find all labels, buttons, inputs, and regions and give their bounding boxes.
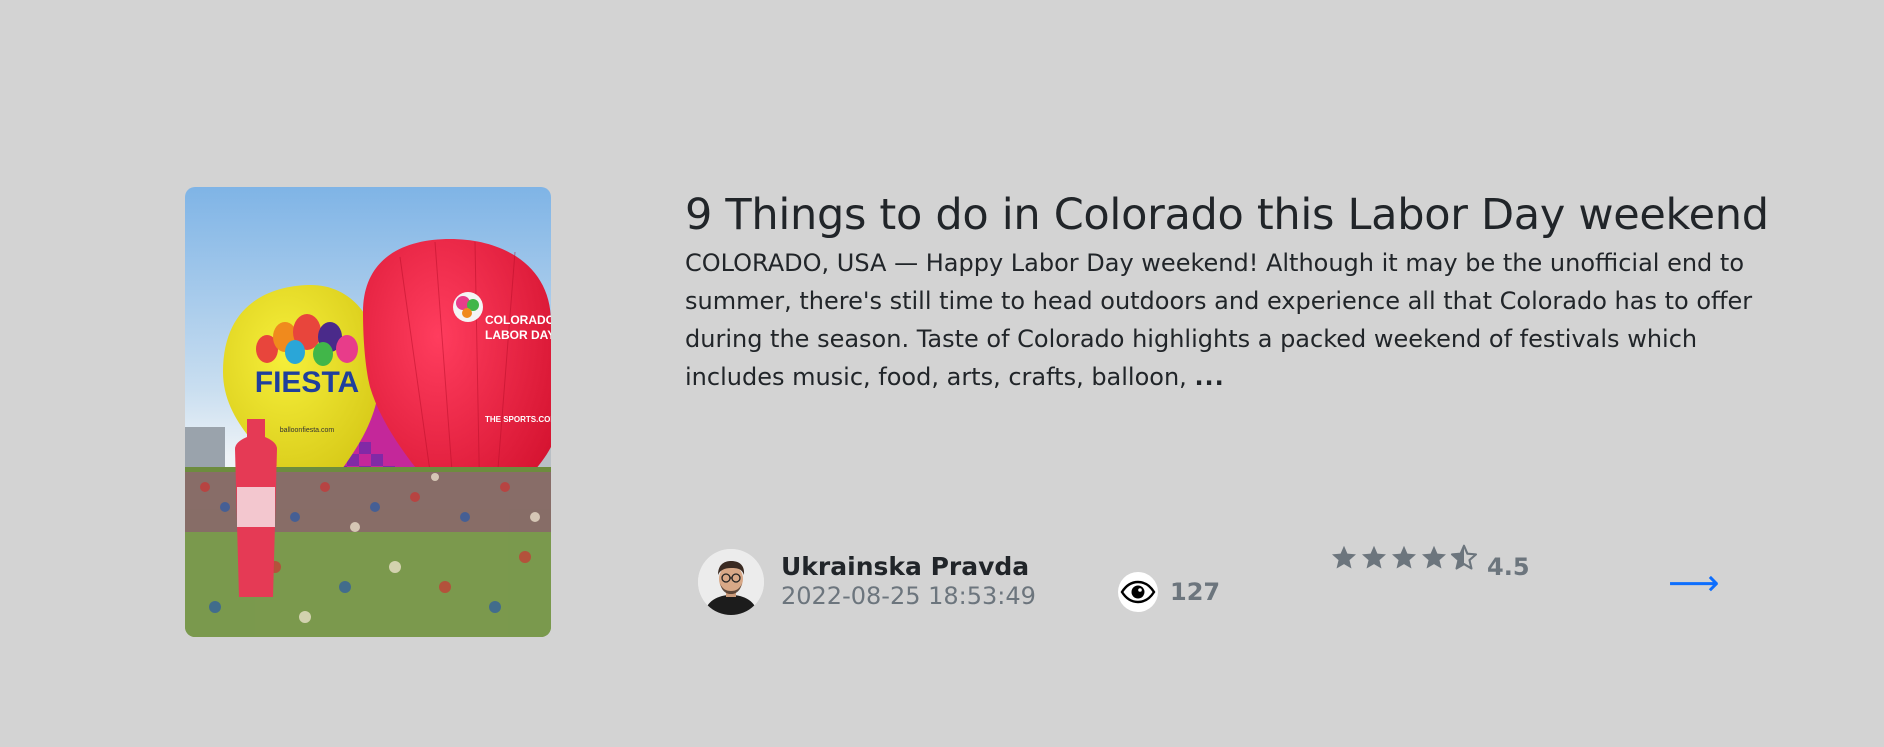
- eye-icon: [1118, 572, 1158, 612]
- svg-text:FIESTA: FIESTA: [255, 366, 359, 399]
- svg-text:COLORADO S: COLORADO S: [485, 313, 551, 327]
- svg-text:LABOR DAY: LABOR DAY: [485, 328, 551, 342]
- publish-date: 2022-08-25 18:53:49: [781, 582, 1036, 610]
- star-full-icon: [1331, 545, 1357, 569]
- author-avatar[interactable]: [698, 549, 764, 615]
- rating-value: 4.5: [1487, 553, 1530, 581]
- avatar-icon: [698, 549, 764, 615]
- article-title[interactable]: 9 Things to do in Colorado this Labor Da…: [685, 188, 1785, 242]
- author-name[interactable]: Ukrainska Pravda: [781, 552, 1029, 581]
- svg-text:THE SPORTS.COM: THE SPORTS.COM: [485, 415, 551, 424]
- views-count: 127: [1170, 578, 1221, 606]
- article-excerpt: COLORADO, USA — Happy Labor Day weekend!…: [685, 244, 1775, 396]
- arrow-right-icon[interactable]: ⟶: [1668, 566, 1720, 602]
- star-full-icon: [1361, 545, 1387, 569]
- star-full-icon: [1421, 545, 1447, 569]
- balloon-photo: FIESTA balloonfiesta.com COLORADO S LABO…: [185, 187, 551, 637]
- rating-stars: [1330, 544, 1478, 572]
- svg-text:balloonfiesta.com: balloonfiesta.com: [280, 427, 335, 434]
- star-full-icon: [1391, 545, 1417, 569]
- read-more-ellipsis[interactable]: ...: [1194, 363, 1224, 391]
- article-content: 9 Things to do in Colorado this Labor Da…: [685, 188, 1785, 396]
- article-image[interactable]: FIESTA balloonfiesta.com COLORADO S LABO…: [185, 187, 551, 637]
- star-half-icon: [1450, 544, 1478, 570]
